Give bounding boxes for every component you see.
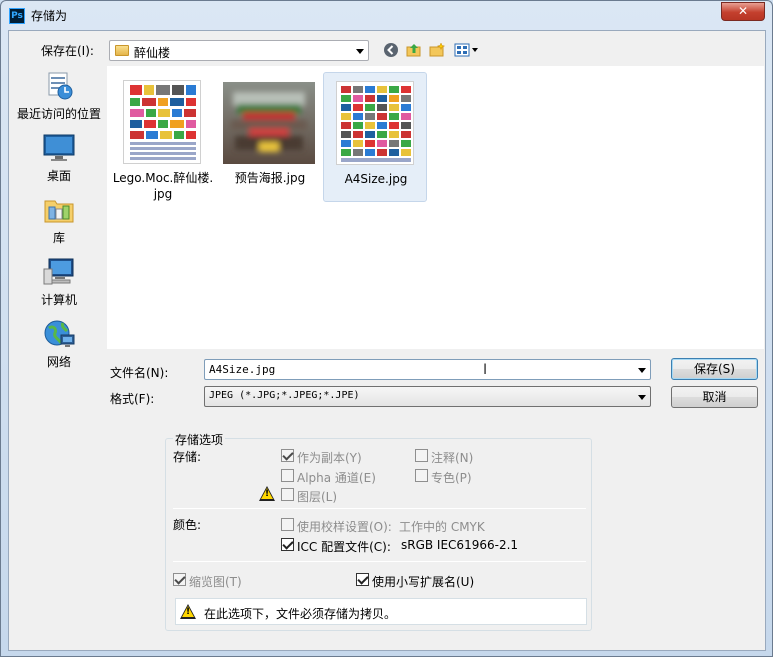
proof-checkbox[interactable] xyxy=(281,518,294,531)
place-recent[interactable]: 最近访问的位置 xyxy=(11,71,107,129)
notes-label: 注释(N) xyxy=(431,451,474,465)
place-network[interactable]: 网络 xyxy=(11,319,107,377)
lowercase-ext-label: 使用小写扩展名(U) xyxy=(372,575,475,589)
place-desktop[interactable]: 桌面 xyxy=(11,133,107,191)
save-as-dialog: Ps 存储为 ✕ 保存在(I): 醉仙楼 最近访问的位置 桌面 库 计算机 网络… xyxy=(0,0,773,657)
divider xyxy=(173,561,586,562)
place-label: 库 xyxy=(52,231,65,245)
alpha-checkbox[interactable] xyxy=(281,469,294,482)
file-item[interactable]: Lego.Moc.醉仙楼. jpg xyxy=(111,72,215,202)
proof-label: 使用校样设置(O): xyxy=(297,520,392,534)
back-icon[interactable] xyxy=(382,42,400,60)
lowercase-ext-checkbox[interactable] xyxy=(356,573,369,586)
up-folder-icon[interactable] xyxy=(405,42,423,60)
window-title: 存储为 xyxy=(31,9,68,23)
cancel-button[interactable]: 取消 xyxy=(671,386,758,408)
thumbnail-checkbox[interactable] xyxy=(173,573,186,586)
file-name: Lego.Moc.醉仙楼. jpg xyxy=(111,170,215,202)
desktop-icon xyxy=(43,133,75,163)
close-button[interactable]: ✕ xyxy=(721,2,765,21)
filename-label: 文件名(N): xyxy=(110,366,169,380)
place-libraries[interactable]: 库 xyxy=(11,195,107,253)
file-name-line: Lego.Moc.醉仙楼. xyxy=(112,171,214,185)
network-icon xyxy=(43,319,75,349)
storage-label: 存储: xyxy=(173,450,202,464)
as-copy-label: 作为副本(Y) xyxy=(297,451,362,465)
warning-icon: ! xyxy=(180,604,196,619)
title-bar[interactable]: Ps 存储为 ✕ xyxy=(1,1,772,29)
warning-message: 在此选项下，文件必须存储为拷贝。 xyxy=(204,607,397,621)
folder-icon xyxy=(115,45,129,56)
file-name: A4Size.jpg xyxy=(344,172,408,186)
file-thumbnail xyxy=(123,80,201,164)
warning-message-box: ! 在此选项下，文件必须存储为拷贝。 xyxy=(175,598,587,625)
thumbnail-label: 缩览图(T) xyxy=(189,575,242,589)
places-bar: 最近访问的位置 桌面 库 计算机 网络 xyxy=(11,67,107,369)
filename-value: A4Size.jpg xyxy=(209,363,276,376)
format-label: 格式(F): xyxy=(110,392,155,406)
file-item[interactable]: 预告海报.jpg xyxy=(218,72,322,202)
icc-value: sRGB IEC61966-2.1 xyxy=(401,538,519,552)
photoshop-app-icon: Ps xyxy=(9,8,25,24)
alpha-label: Alpha 通道(E) xyxy=(297,471,376,485)
dialog-client: 保存在(I): 醉仙楼 最近访问的位置 桌面 库 计算机 网络 Lego.Moc… xyxy=(8,30,766,651)
layers-label: 图层(L) xyxy=(297,490,338,504)
spot-label: 专色(P) xyxy=(431,471,472,485)
file-name: 预告海报.jpg xyxy=(234,171,306,185)
file-thumbnail xyxy=(223,82,315,164)
place-label: 桌面 xyxy=(46,169,71,183)
filename-input[interactable]: A4Size.jpg xyxy=(204,359,651,380)
new-folder-icon[interactable] xyxy=(428,42,446,60)
text-cursor-icon: I xyxy=(483,362,488,378)
divider xyxy=(173,508,586,509)
place-label: 最近访问的位置 xyxy=(16,107,101,121)
format-dropdown[interactable]: JPEG (*.JPG;*.JPEG;*.JPE) xyxy=(204,386,651,407)
save-in-value: 醉仙楼 xyxy=(134,46,171,60)
libraries-icon xyxy=(43,195,75,225)
as-copy-checkbox[interactable] xyxy=(281,449,294,462)
place-computer[interactable]: 计算机 xyxy=(11,257,107,315)
file-thumbnail xyxy=(336,81,414,165)
save-in-dropdown[interactable]: 醉仙楼 xyxy=(109,40,369,61)
icc-label: ICC 配置文件(C): xyxy=(297,540,391,554)
file-name-line: jpg xyxy=(153,187,173,201)
file-list[interactable]: Lego.Moc.醉仙楼. jpg 预告海报.jpg A4Size.jpg xyxy=(107,66,764,349)
spot-checkbox[interactable] xyxy=(415,469,428,482)
proof-value: 工作中的 CMYK xyxy=(399,520,485,534)
computer-icon xyxy=(43,257,75,287)
chevron-down-icon xyxy=(356,48,364,54)
place-label: 网络 xyxy=(46,355,71,369)
save-button[interactable]: 保存(S) xyxy=(671,358,758,380)
color-label: 颜色: xyxy=(173,518,202,532)
save-in-label: 保存在(I): xyxy=(41,44,94,58)
notes-checkbox[interactable] xyxy=(415,449,428,462)
save-options-title: 存储选项 xyxy=(173,431,226,448)
place-label: 计算机 xyxy=(40,293,77,307)
recent-places-icon xyxy=(43,71,75,101)
chevron-down-icon[interactable] xyxy=(638,367,646,373)
format-value: JPEG (*.JPG;*.JPEG;*.JPE) xyxy=(209,390,360,401)
view-menu-icon[interactable] xyxy=(453,42,481,60)
layers-checkbox[interactable] xyxy=(281,488,294,501)
chevron-down-icon xyxy=(638,394,646,400)
warning-icon: ! xyxy=(259,486,275,501)
file-item-selected[interactable]: A4Size.jpg xyxy=(323,72,427,202)
icc-checkbox[interactable] xyxy=(281,538,294,551)
